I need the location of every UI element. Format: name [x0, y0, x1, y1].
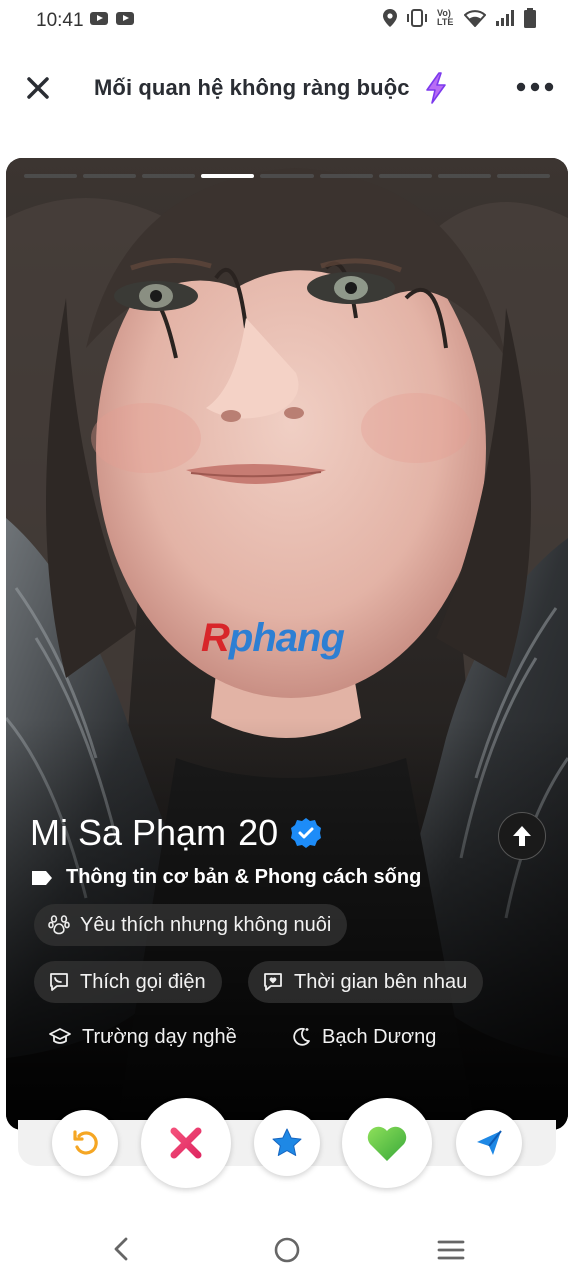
photo-progress-segment[interactable] — [378, 174, 432, 178]
close-icon[interactable] — [24, 74, 52, 102]
chip-communication: Thích gọi điện — [34, 961, 222, 1003]
info-label: Thông tin cơ bản & Phong cách sống — [66, 866, 422, 888]
photo-progress-segment[interactable] — [201, 174, 255, 178]
back-icon[interactable] — [110, 1236, 132, 1262]
chip-zodiac: Bạch Dương — [276, 1016, 452, 1058]
x-icon — [170, 1127, 202, 1159]
title-wrap: Mối quan hệ không ràng buộc — [94, 72, 448, 104]
status-time: 10:41 — [36, 10, 84, 31]
youtube-icon — [90, 12, 108, 25]
photo-progress-segment[interactable] — [319, 174, 373, 178]
chip-education: Trường dạy nghề — [34, 1016, 253, 1058]
home-icon[interactable] — [273, 1236, 301, 1264]
more-options-icon[interactable] — [516, 76, 554, 98]
photo-progress-segment[interactable] — [24, 174, 78, 178]
watermark-part-b: phang — [228, 616, 345, 660]
status-bar: 10:41 Vo) LTE — [0, 0, 574, 42]
photo-progress-segment[interactable] — [260, 174, 314, 178]
chat-phone-icon — [50, 973, 68, 991]
recents-icon[interactable] — [437, 1238, 465, 1262]
vibrate-icon — [407, 9, 427, 27]
star-icon — [272, 1128, 302, 1156]
chip-label: Thích gọi điện — [80, 970, 206, 993]
watermark-logo: Rphang — [201, 616, 345, 661]
graduation-cap-icon — [49, 1028, 71, 1044]
photo-progress — [24, 174, 550, 179]
page-title: Mối quan hệ không ràng buộc — [94, 75, 410, 100]
chip-label: Trường dạy nghề — [82, 1025, 237, 1048]
super-like-button[interactable] — [254, 1110, 320, 1176]
boost-button[interactable] — [456, 1110, 522, 1176]
lightning-icon — [425, 72, 446, 104]
header: Mối quan hệ không ràng buộc — [0, 60, 574, 116]
chip-label: Thời gian bên nhau — [294, 970, 468, 993]
battery-icon — [524, 8, 536, 28]
wifi-icon — [464, 10, 486, 27]
signal-icon — [496, 10, 514, 26]
chip-love-language: Thời gian bên nhau — [248, 961, 484, 1003]
profile-card[interactable]: Rphang Mi Sa Phạm 20 Thông tin cơ bản & … — [6, 158, 568, 1130]
location-icon — [383, 9, 397, 27]
profile-age: 20 — [238, 812, 279, 853]
heart-icon — [367, 1126, 407, 1161]
nope-button[interactable] — [141, 1098, 231, 1188]
chat-heart-icon — [264, 973, 282, 991]
chip-label: Yêu thích nhưng không nuôi — [80, 913, 332, 936]
youtube-icon — [116, 12, 134, 25]
verified-badge-icon — [291, 818, 322, 848]
rewind-button[interactable] — [52, 1110, 118, 1176]
system-nav-bar — [0, 1218, 574, 1280]
profile-name: Mi Sa Phạm — [30, 812, 227, 853]
volte-icon: Vo) LTE — [437, 8, 454, 27]
photo-progress-segment[interactable] — [142, 174, 196, 178]
info-row: Thông tin cơ bản & Phong cách sống — [30, 866, 421, 889]
tag-icon — [32, 870, 52, 885]
chip-label: Bạch Dương — [322, 1025, 437, 1048]
chip-pets: Yêu thích nhưng không nuôi — [34, 904, 348, 946]
expand-profile-button[interactable] — [498, 812, 546, 860]
watermark-part-a: R — [201, 616, 230, 660]
name-row: Mi Sa Phạm 20 — [30, 812, 322, 854]
arrow-up-icon — [513, 826, 531, 846]
like-button[interactable] — [342, 1098, 432, 1188]
photo-progress-segment[interactable] — [437, 174, 491, 178]
photo-progress-segment[interactable] — [83, 174, 137, 178]
moon-icon — [293, 1027, 310, 1046]
paw-icon — [48, 915, 70, 935]
photo-progress-segment[interactable] — [496, 174, 550, 178]
rewind-icon — [73, 1130, 98, 1155]
send-icon — [477, 1130, 502, 1155]
